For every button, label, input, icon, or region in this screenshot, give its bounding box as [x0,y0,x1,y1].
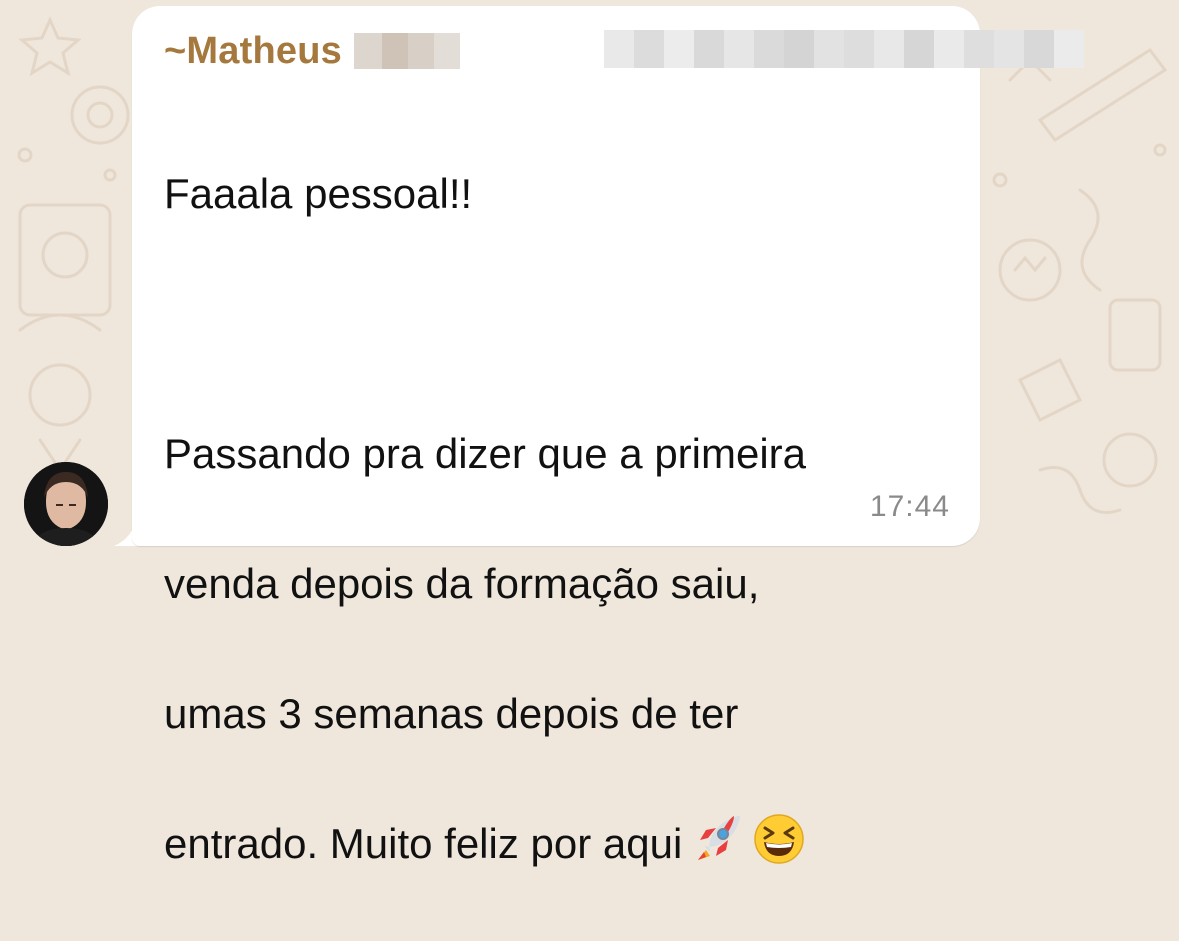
sender-name-text: Matheus [186,29,342,72]
message-line: umas 3 semanas depois de ter [164,690,739,737]
message-line-with-emoji: entrado. Muito feliz por aqui [164,811,954,876]
message-line-text: entrado. Muito feliz por aqui [164,820,683,867]
redacted-surname [353,33,460,69]
message-line [164,291,954,356]
laughing-face-icon [754,814,805,864]
sender-name[interactable]: ~Matheus [164,30,342,73]
message-timestamp: 17:44 [869,490,950,523]
rocket-icon [698,816,741,860]
sender-row: ~Matheus [164,28,460,74]
message-line: Faaala pessoal!! [164,170,473,217]
redacted-phone-number [604,30,1084,68]
message-text: Faaala pessoal!! Passando pra dizer que … [164,96,954,941]
message-line: Passando pra dizer que a primeira [164,430,807,477]
message-line: venda depois da formação saiu, [164,560,760,607]
sender-avatar[interactable] [24,462,108,546]
avatar-photo-icon [24,462,108,546]
message-bubble[interactable]: ~Matheus Faaala pessoal!! Passando pra d… [132,6,1084,867]
sender-prefix: ~ [164,29,187,72]
